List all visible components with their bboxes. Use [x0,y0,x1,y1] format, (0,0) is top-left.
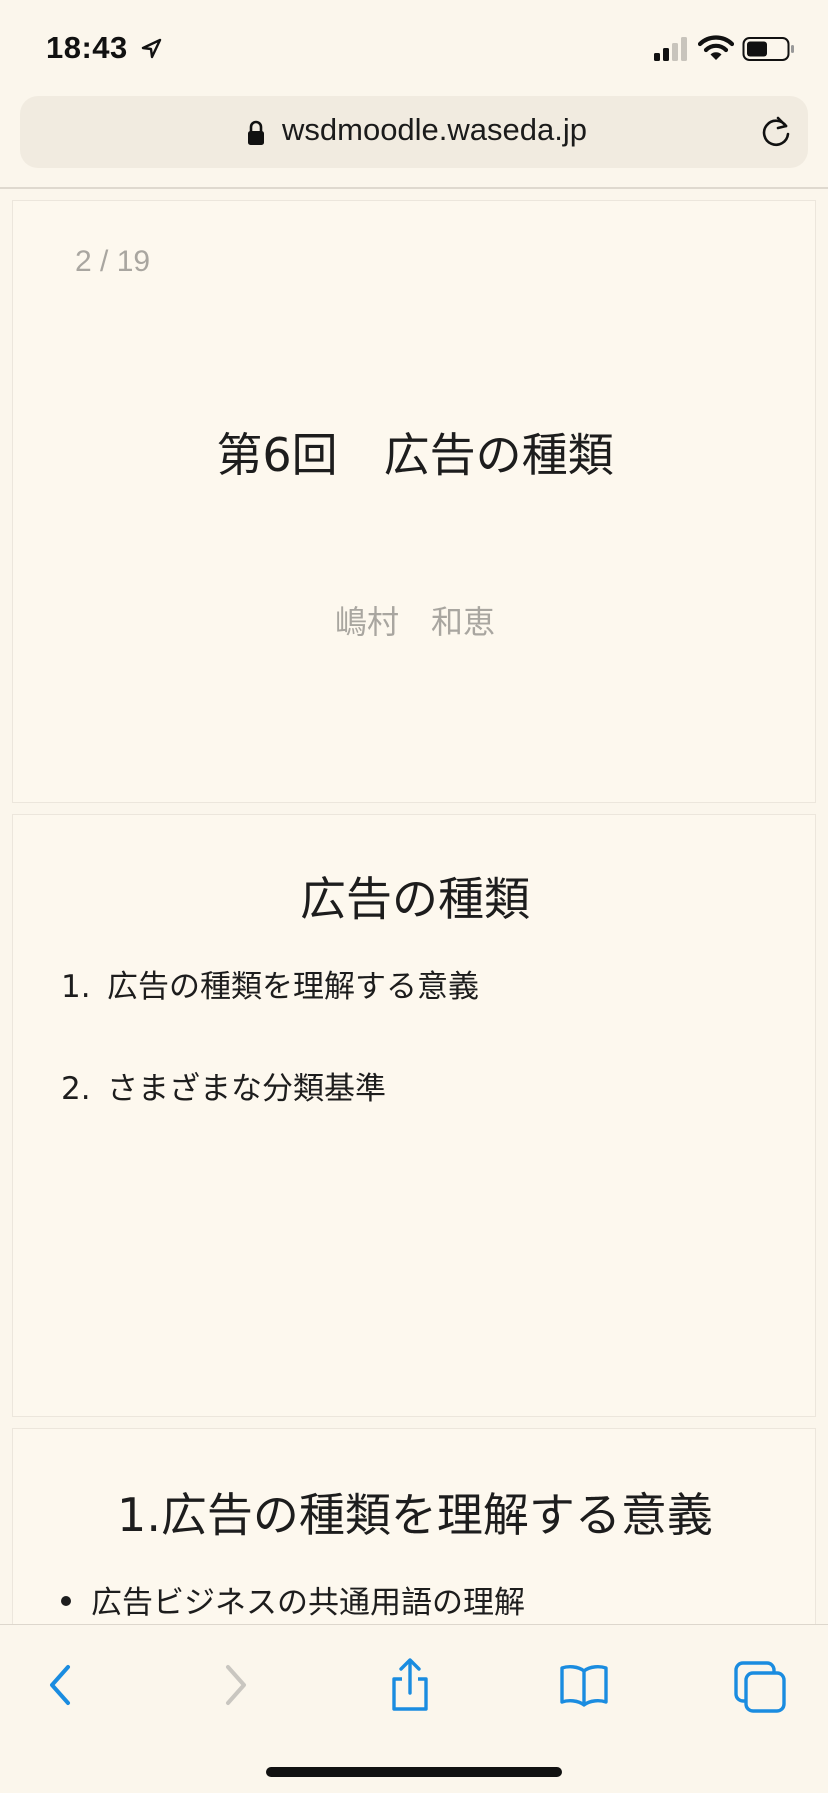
reload-icon[interactable] [758,114,794,150]
back-icon[interactable] [32,1655,92,1715]
lock-icon [248,120,264,145]
bullet-icon [61,1595,71,1606]
slide-title: 2 / 19 第6回 広告の種類 嶋村 和恵 [12,200,816,803]
location-arrow-icon [141,38,162,59]
slide-heading: 広告の種類 [300,872,530,926]
bookmarks-icon[interactable] [554,1655,614,1715]
battery-icon [742,37,794,61]
lecture-title: 第6回 広告の種類 [216,428,614,482]
bullet-text: 広告ビジネスの共通用語の理解 [91,1585,525,1621]
status-time: 18:43 [46,30,128,65]
wifi-icon [698,35,734,60]
author-name: 嶋村 和恵 [334,603,495,641]
list-item-number: 2. [61,1071,91,1107]
list-item-text: 広告の種類を理解する意義 [107,969,479,1005]
list-item: 2. さまざまな分類基準 [61,1063,386,1108]
url-text[interactable]: wsdmoodle.waseda.jp [282,112,587,148]
list-item-text: さまざまな分類基準 [107,1071,386,1107]
toolbar-divider [0,187,828,189]
browser-toolbar [0,1624,828,1793]
bullet-item: 広告ビジネスの共通用語の理解 [61,1577,525,1622]
slide-heading: 1.広告の種類を理解する意義 [117,1488,713,1542]
status-bar: 18:43 [0,0,828,92]
cellular-signal-icon [654,37,687,61]
forward-icon[interactable] [204,1655,264,1715]
tabs-icon[interactable] [730,1655,790,1715]
slide-overview: 広告の種類 1. 広告の種類を理解する意義 2. さまざまな分類基準 [12,814,816,1417]
list-item-number: 1. [61,969,91,1005]
share-icon[interactable] [380,1655,440,1715]
page-indicator: 2 / 19 [75,245,151,278]
list-item: 1. 広告の種類を理解する意義 [61,961,479,1006]
home-indicator[interactable] [266,1767,562,1777]
address-bar[interactable]: wsdmoodle.waseda.jp [20,96,808,168]
